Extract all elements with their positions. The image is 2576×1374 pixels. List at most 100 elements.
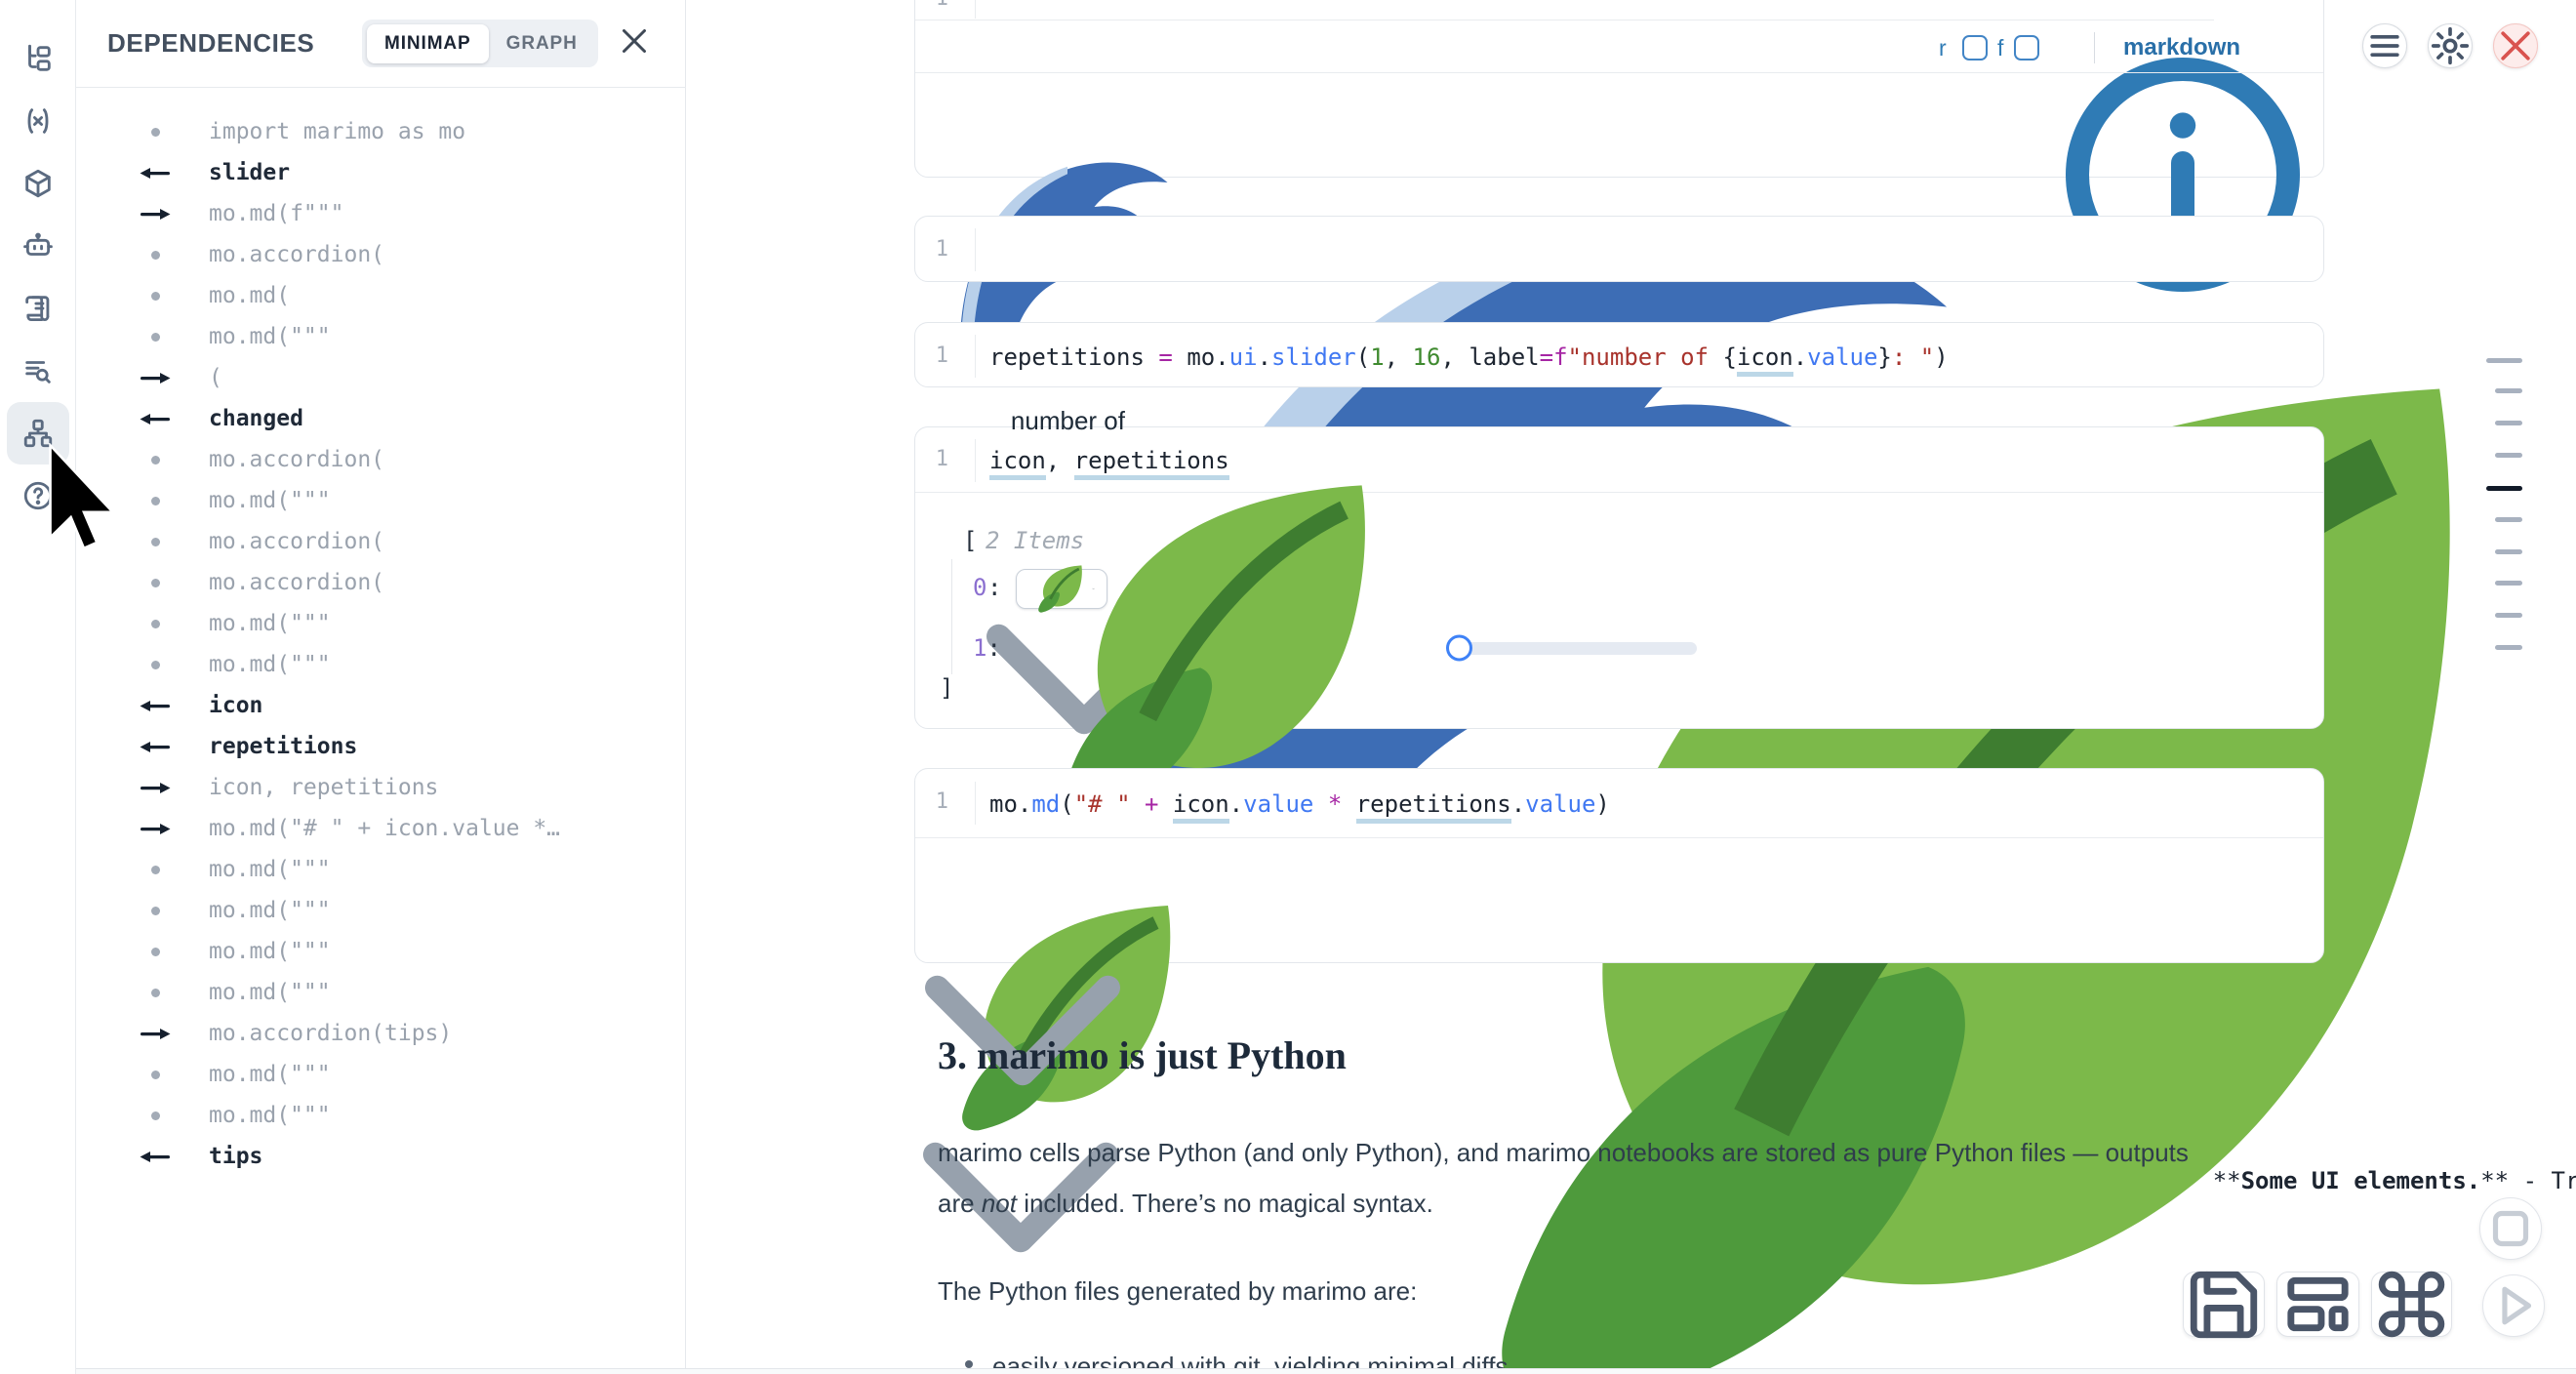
file-tree-icon [21, 42, 55, 75]
packages-icon [21, 167, 55, 200]
code-md-result[interactable]: mo.md("# " + icon.value * repetitions.va… [989, 787, 1610, 822]
cell-dot-marker [133, 497, 178, 505]
dependency-item-11[interactable]: mo.accordion( [76, 521, 684, 562]
defines-arrow-icon [133, 413, 178, 425]
rail-logs-button[interactable] [7, 340, 69, 402]
dependency-item-label: icon [209, 693, 262, 718]
output-divider [915, 837, 2323, 838]
rail-ai-assistant-button[interactable] [7, 215, 69, 277]
marimo-app: DEPENDENCIES MINIMAP GRAPH import marimo… [0, 0, 2576, 1374]
tab-minimap[interactable]: MINIMAP [367, 24, 489, 63]
minimap-cell-marker[interactable] [2495, 388, 2522, 393]
stop-button[interactable] [2479, 1197, 2542, 1260]
cell-dot-marker [133, 579, 178, 587]
dependency-item-21[interactable]: mo.md(""" [76, 931, 684, 972]
dependency-item-1[interactable]: import marimo as mo [76, 111, 684, 152]
rail-variables-button[interactable] [7, 90, 69, 152]
dependency-item-16[interactable]: repetitions [76, 726, 684, 767]
slider-track[interactable] [1447, 642, 1697, 655]
rail-snippets-button[interactable] [7, 277, 69, 340]
minimap-cell-marker[interactable] [2495, 421, 2522, 425]
dependency-item-12[interactable]: mo.accordion( [76, 562, 684, 603]
dependency-item-4[interactable]: mo.accordion( [76, 234, 684, 275]
dependency-item-label: mo.md(""" [209, 324, 331, 349]
raw-toggle-checkbox[interactable] [1962, 35, 1988, 61]
dependency-item-7[interactable]: ( [76, 357, 684, 398]
dependency-item-14[interactable]: mo.md(""" [76, 644, 684, 685]
minimap-cell-marker[interactable] [2486, 486, 2522, 491]
dependency-item-20[interactable]: mo.md(""" [76, 890, 684, 931]
shutdown-button[interactable] [2493, 23, 2538, 68]
cell-slider-code[interactable]: 1 repetitions = mo.ui.slider(1, 16, labe… [914, 322, 2324, 387]
variables-icon [21, 104, 55, 138]
dependency-item-19[interactable]: mo.md(""" [76, 849, 684, 890]
dependency-minimap-list: import marimo as moslidermo.md(f"""mo.ac… [76, 88, 684, 1374]
rail-help-button[interactable] [7, 465, 69, 527]
run-button[interactable] [2482, 1274, 2545, 1337]
dependency-item-8[interactable]: changed [76, 398, 684, 439]
dependency-item-10[interactable]: mo.md(""" [76, 480, 684, 521]
cell-dot-marker [133, 538, 178, 546]
view-mode-toggle: MINIMAP GRAPH [362, 20, 598, 67]
dependency-item-25[interactable]: mo.md(""" [76, 1095, 684, 1136]
cell-tuple[interactable]: 1 icon, repetitions [ 2 Items 0 : 1: num… [914, 426, 2324, 729]
defines-arrow-icon [133, 700, 178, 712]
cell-dropdown-code[interactable]: 1 icon = mo.ui.dropdown(["", "", ""], va… [914, 216, 2324, 282]
dependency-item-6[interactable]: mo.md(""" [76, 316, 684, 357]
minimap-cell-marker[interactable] [2495, 453, 2522, 458]
settings-button[interactable] [2428, 23, 2473, 68]
app-bottom-border [0, 1368, 2576, 1374]
bullet-dot [965, 1360, 973, 1368]
dependency-item-13[interactable]: mo.md(""" [76, 603, 684, 644]
section-paragraph-2: The Python files generated by marimo are… [938, 1266, 2216, 1316]
dependency-item-23[interactable]: mo.accordion(tips) [76, 1013, 684, 1054]
language-toggle[interactable]: markdown [2123, 34, 2240, 61]
rail-packages-button[interactable] [7, 152, 69, 215]
tree-close-bracket: ] [940, 674, 953, 702]
minimap-cell-marker[interactable] [2486, 358, 2522, 363]
tree-guide-line [951, 559, 952, 674]
dependency-item-2[interactable]: slider [76, 152, 684, 193]
dependency-item-3[interactable]: mo.md(f""" [76, 193, 684, 234]
dependency-item-5[interactable]: mo.md( [76, 275, 684, 316]
cell-markdown-header[interactable]: 1 **Some UI elements.** - Try interactin… [914, 0, 2324, 178]
tree-index-1: 1 [973, 634, 986, 662]
references-arrow-icon [133, 823, 178, 835]
cell-dot-marker [133, 989, 178, 997]
layout-button[interactable] [2276, 1272, 2359, 1337]
cell-dot-marker [133, 251, 178, 260]
ai-assistant-icon [21, 229, 55, 263]
dependency-item-26[interactable]: tips [76, 1136, 684, 1177]
colon: : [986, 634, 1000, 662]
dependency-item-label: mo.md(""" [209, 488, 331, 513]
minimap-cell-marker[interactable] [2495, 645, 2522, 650]
close-panel-button[interactable] [617, 25, 652, 61]
rail-dependencies-button[interactable] [7, 402, 69, 465]
references-arrow-icon [133, 782, 178, 794]
dependency-item-24[interactable]: mo.md(""" [76, 1054, 684, 1095]
play-icon [2483, 1275, 2544, 1336]
save-button[interactable] [2183, 1272, 2265, 1337]
dependency-item-label: slider [209, 160, 290, 185]
code-slider[interactable]: repetitions = mo.ui.slider(1, 16, label=… [989, 340, 1949, 375]
close-icon [2494, 24, 2537, 67]
dependency-item-9[interactable]: mo.accordion( [76, 439, 684, 480]
notebook-menu-button[interactable] [2362, 23, 2407, 68]
dependency-item-17[interactable]: icon, repetitions [76, 767, 684, 808]
shortcuts-button[interactable] [2371, 1272, 2452, 1337]
tree-index-0: 0 [973, 574, 986, 601]
dependency-item-18[interactable]: mo.md("# " + icon.value *… [76, 808, 684, 849]
minimap-cell-marker[interactable] [2495, 613, 2522, 618]
minimap-cell-marker[interactable] [2495, 517, 2522, 522]
tab-graph[interactable]: GRAPH [491, 24, 593, 63]
minimap-cell-marker[interactable] [2495, 581, 2522, 586]
slider-knob[interactable] [1446, 635, 1472, 662]
fstring-toggle-checkbox[interactable] [2014, 35, 2039, 61]
gutter-divider [975, 228, 976, 271]
dependency-item-label: mo.md("# " + icon.value *… [209, 816, 560, 841]
minimap-cell-marker[interactable] [2495, 549, 2522, 554]
help-icon [21, 479, 55, 512]
dependency-item-15[interactable]: icon [76, 685, 684, 726]
dependency-item-22[interactable]: mo.md(""" [76, 972, 684, 1013]
rail-file-tree-button[interactable] [7, 27, 69, 90]
